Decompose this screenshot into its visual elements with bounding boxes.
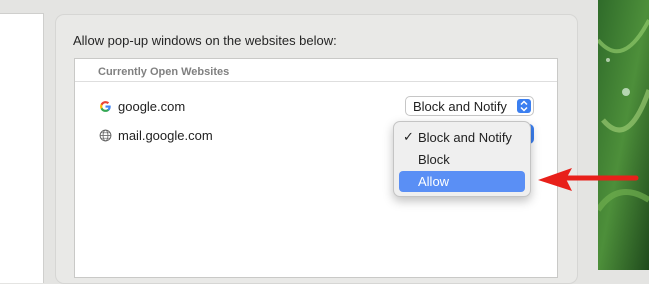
site-domain-label: mail.google.com <box>118 127 213 143</box>
google-popup-setting-select[interactable]: Block and Notify <box>405 96 534 116</box>
section-header: Currently Open Websites <box>75 59 557 82</box>
globe-icon <box>99 129 112 141</box>
google-g-icon <box>100 100 111 112</box>
site-row-mail-google[interactable]: mail.google.com <box>99 126 213 144</box>
site-row-google[interactable]: google.com <box>99 97 185 115</box>
desktop-wallpaper-foliage <box>598 0 649 270</box>
menu-item-allow[interactable]: Allow <box>399 171 525 192</box>
sidebar-list-panel <box>0 13 44 283</box>
menu-item-block[interactable]: Block <box>399 149 525 170</box>
stepper-icon <box>517 99 531 113</box>
site-domain-label: google.com <box>118 98 186 114</box>
menu-item-block-and-notify[interactable]: ✓ Block and Notify <box>399 127 525 148</box>
menu-item-label: Block and Notify <box>418 130 512 145</box>
annotation-arrow-icon <box>538 168 639 191</box>
popup-setting-dropdown-menu: ✓ Block and Notify Block Allow <box>393 121 531 197</box>
pane-heading: Allow pop-up windows on the websites bel… <box>73 33 337 48</box>
menu-item-label: Allow <box>418 174 450 189</box>
menu-item-label: Block <box>418 152 450 167</box>
select-value: Block and Notify <box>413 99 507 114</box>
checkmark-icon: ✓ <box>403 129 414 144</box>
